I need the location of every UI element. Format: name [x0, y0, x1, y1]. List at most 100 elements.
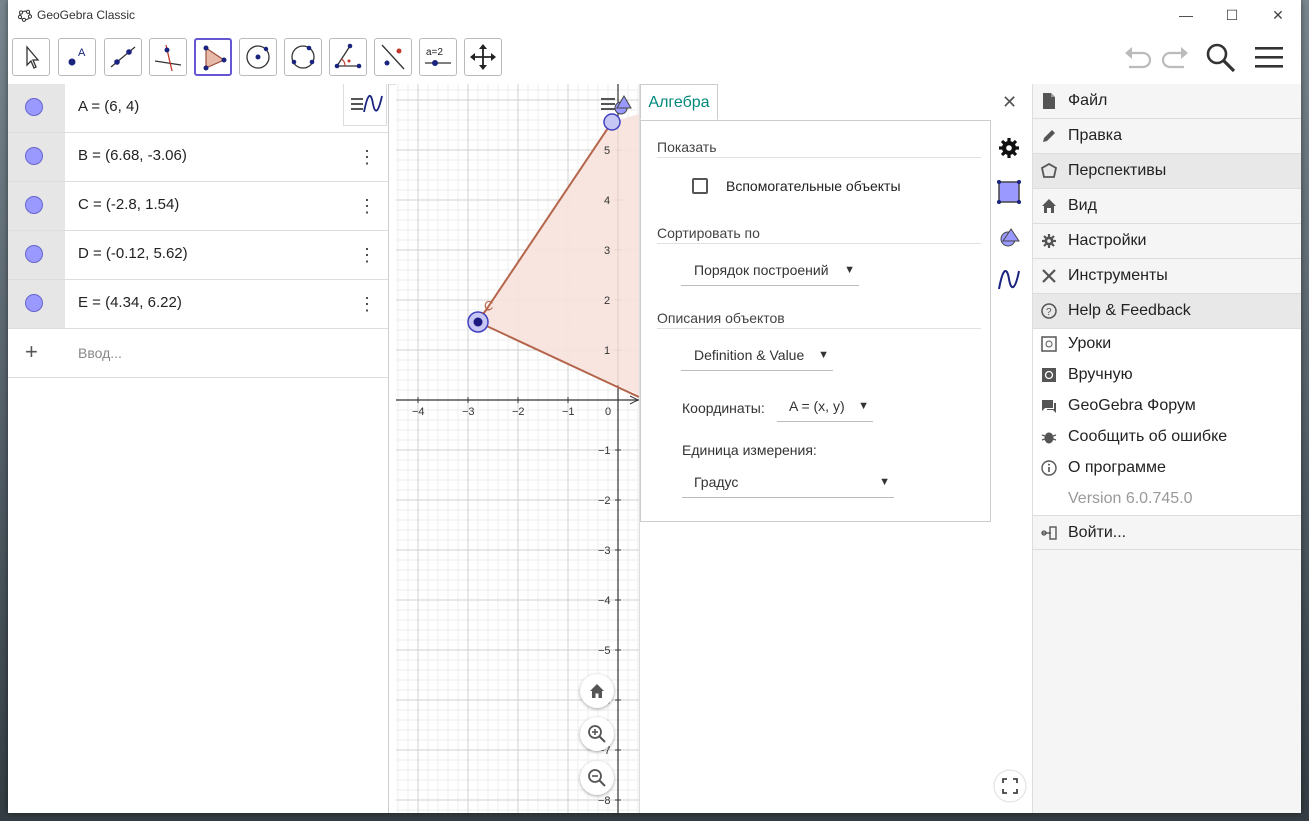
algebra-expression[interactable]: B = (6.68, -3.06): [78, 147, 187, 164]
angle-unit-dropdown[interactable]: Градус ▼: [682, 471, 894, 498]
point-tool-button[interactable]: A: [58, 38, 96, 76]
pencil-icon: [1043, 130, 1055, 142]
menu-item-forum[interactable]: GeoGebra Форум: [1033, 391, 1301, 422]
algebra-style-bar-toggle[interactable]: [343, 84, 387, 126]
gear-icon[interactable]: [996, 135, 1022, 161]
tab-algebra[interactable]: Алгебра: [640, 84, 718, 120]
menu-item-tutorials[interactable]: Уроки: [1033, 329, 1301, 360]
algebra-expression[interactable]: A = (6, 4): [78, 98, 139, 115]
maximize-button[interactable]: ☐: [1217, 4, 1247, 26]
aux-objects-checkbox[interactable]: [692, 178, 708, 194]
add-plus-icon[interactable]: +: [25, 339, 38, 365]
show-section-label: Показать: [657, 139, 717, 155]
menu-item-edit[interactable]: Правка: [1033, 119, 1301, 153]
polygon-tool-button[interactable]: [194, 38, 232, 76]
slider-tool-label: a=2: [426, 47, 443, 58]
chevron-down-icon: ▼: [879, 476, 890, 488]
fullscreen-icon[interactable]: [993, 769, 1027, 803]
redo-icon[interactable]: [1158, 41, 1192, 75]
description-dropdown[interactable]: Definition & Value ▼: [681, 344, 833, 371]
menu-item-label: GeoGebra Форум: [1068, 397, 1196, 414]
visibility-marker[interactable]: [8, 280, 65, 328]
circle-three-points-tool-button[interactable]: [284, 38, 322, 76]
algebra-expression[interactable]: E = (4.34, 6.22): [78, 294, 182, 311]
x-axis-ticks: −4 −3 −2 −1 0: [412, 406, 611, 418]
circle-tool-button[interactable]: [239, 38, 277, 76]
algebra-view-icon[interactable]: [996, 267, 1022, 293]
x-tick-label: −4: [412, 406, 425, 418]
more-options-icon[interactable]: ⋮: [358, 194, 376, 218]
algebra-expression[interactable]: D = (-0.12, 5.62): [78, 245, 188, 262]
perpendicular-line-icon: [154, 44, 182, 72]
graphics2-view-icon[interactable]: [996, 224, 1022, 250]
y-tick-label: 3: [604, 245, 610, 257]
menu-item-file[interactable]: Файл: [1033, 84, 1301, 118]
minimize-button[interactable]: —: [1171, 4, 1201, 26]
more-options-icon[interactable]: ⋮: [358, 243, 376, 267]
more-options-icon[interactable]: ⋮: [358, 292, 376, 316]
graphics-style-bar-toggle[interactable]: [593, 84, 637, 126]
perpendicular-tool-button[interactable]: [149, 38, 187, 76]
line-tool-button[interactable]: [104, 38, 142, 76]
algebra-row-b[interactable]: B = (6.68, -3.06) ⋮: [8, 133, 388, 182]
home-button[interactable]: [580, 674, 614, 708]
point-marble-icon[interactable]: [25, 196, 43, 214]
main-menu-icon[interactable]: [1252, 41, 1286, 75]
cursor-arrow-icon: [26, 45, 40, 69]
menu-item-tools[interactable]: Инструменты: [1033, 259, 1301, 293]
aux-objects-label[interactable]: Вспомогательные объекты: [726, 178, 901, 194]
move-tool-button[interactable]: [12, 38, 50, 76]
reflect-line-icon: [381, 44, 405, 70]
algebra-input-row[interactable]: + Ввод...: [8, 329, 388, 378]
algebra-settings-panel: Показать Вспомогательные объекты Сортиро…: [640, 120, 991, 522]
algebra-row-d[interactable]: D = (-0.12, 5.62) ⋮: [8, 231, 388, 280]
point-marble-icon[interactable]: [25, 294, 43, 312]
x-tick-label: −2: [512, 406, 525, 418]
menu-item-view[interactable]: Вид: [1033, 189, 1301, 223]
search-icon[interactable]: [1204, 41, 1238, 75]
more-options-icon[interactable]: ⋮: [358, 145, 376, 169]
slider-tool-button[interactable]: a=2: [419, 38, 457, 76]
point-marble-icon[interactable]: [25, 98, 43, 116]
home-icon: [590, 684, 604, 698]
menu-item-label: Сообщить об ошибке: [1068, 428, 1228, 445]
menu-item-help[interactable]: ? Help & Feedback: [1033, 294, 1301, 328]
menu-item-signin[interactable]: Войти...: [1033, 516, 1301, 549]
undo-icon[interactable]: [1121, 41, 1155, 75]
visibility-marker[interactable]: [8, 182, 65, 230]
algebra-row-e[interactable]: E = (4.34, 6.22) ⋮: [8, 280, 388, 329]
menu-item-perspectives[interactable]: Перспективы: [1033, 154, 1301, 188]
menu-item-label: Инструменты: [1068, 267, 1168, 284]
divider: [657, 243, 981, 244]
algebra-row-c[interactable]: C = (-2.8, 1.54) ⋮: [8, 182, 388, 231]
menu-item-label: Настройки: [1068, 232, 1147, 249]
info-icon: [1041, 460, 1057, 476]
graphics-view-icon[interactable]: [996, 179, 1022, 205]
y-tick-label: −8: [598, 795, 611, 807]
algebra-input[interactable]: Ввод...: [78, 345, 122, 361]
menu-item-about[interactable]: О программе: [1033, 453, 1301, 484]
graphics-style-icon: [601, 95, 632, 115]
visibility-marker[interactable]: [8, 231, 65, 279]
menu-item-settings[interactable]: Настройки: [1033, 224, 1301, 258]
algebra-expression[interactable]: C = (-2.8, 1.54): [78, 196, 179, 213]
close-window-button[interactable]: ✕: [1263, 4, 1293, 26]
menu-item-manual[interactable]: Вручную: [1033, 360, 1301, 391]
menu-item-report-bug[interactable]: Сообщить об ошибке: [1033, 422, 1301, 453]
tutorials-icon: [1041, 336, 1057, 352]
point-marble-icon[interactable]: [25, 245, 43, 263]
point-c[interactable]: [473, 317, 483, 327]
point-marble-icon[interactable]: [25, 147, 43, 165]
zoom-in-button[interactable]: [580, 717, 614, 751]
algebra-row-a[interactable]: A = (6, 4): [8, 84, 388, 133]
zoom-out-button[interactable]: [580, 761, 614, 795]
coordinates-dropdown[interactable]: A = (x, y) ▼: [777, 395, 873, 422]
close-properties-icon[interactable]: ✕: [1002, 92, 1017, 113]
angle-tool-button[interactable]: [329, 38, 367, 76]
sort-dropdown[interactable]: Порядок построений ▼: [681, 259, 859, 286]
visibility-marker[interactable]: [8, 133, 65, 181]
y-tick-label: 4: [604, 195, 610, 207]
visibility-marker[interactable]: [8, 84, 65, 132]
reflect-tool-button[interactable]: [374, 38, 412, 76]
move-graphics-tool-button[interactable]: [464, 38, 502, 76]
